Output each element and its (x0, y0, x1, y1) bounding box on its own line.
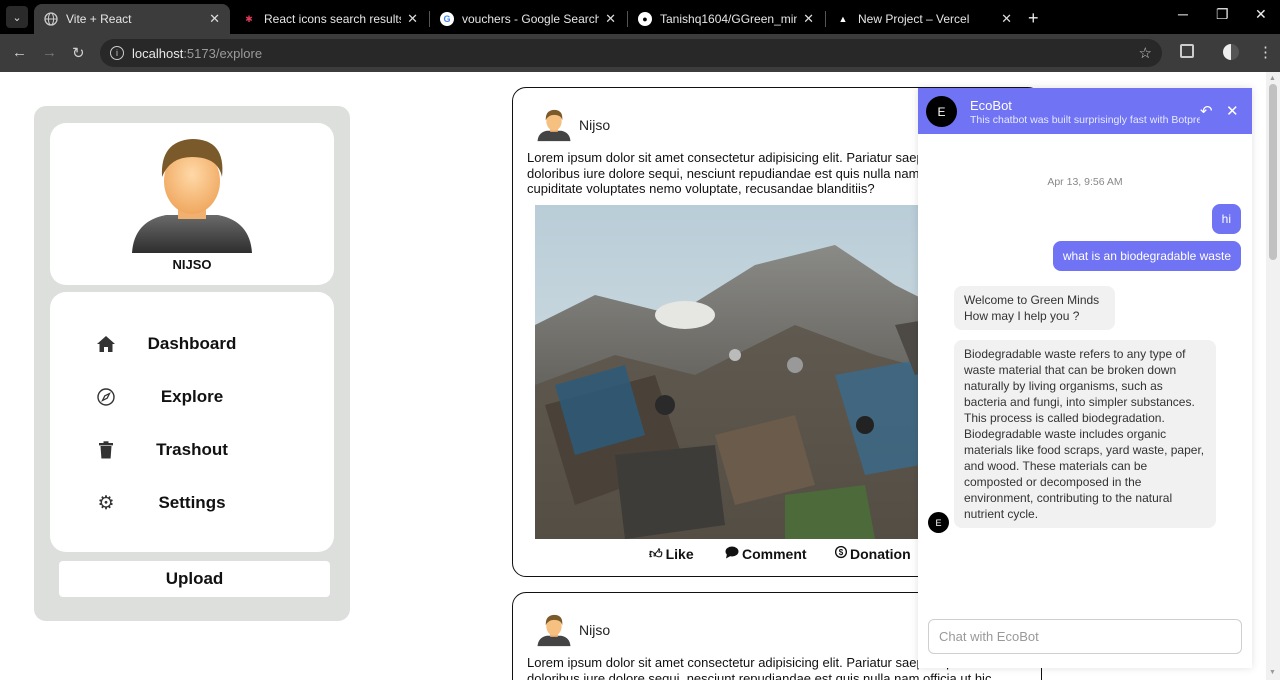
nav-label: Settings (158, 493, 226, 512)
tab-search-button[interactable]: ⌄ (6, 6, 28, 28)
compass-icon (94, 385, 118, 409)
bot-message: Welcome to Green Minds How may I help yo… (954, 286, 1115, 330)
chat-timestamp: Apr 13, 9:56 AM (1047, 176, 1123, 188)
comment-label: Comment (742, 546, 807, 562)
like-label: Like (665, 546, 694, 562)
post-author-avatar (537, 109, 571, 142)
close-tab-icon[interactable]: ✕ (407, 11, 418, 27)
nav-menu: Dashboard Explore Trashout ⚙ Settings (50, 292, 334, 552)
svg-text:$: $ (839, 548, 844, 557)
close-tab-icon[interactable]: ✕ (605, 11, 616, 27)
vercel-icon: ▲ (838, 14, 848, 24)
tab-vite-react[interactable]: Vite + React ✕ (34, 4, 230, 34)
home-icon (94, 332, 118, 356)
tab-react-icons[interactable]: ✱ React icons search results ✕ (232, 4, 428, 34)
bot-message: Biodegradable waste refers to any type o… (954, 340, 1216, 528)
reload-icon[interactable]: ↻ (72, 44, 85, 62)
minimize-button[interactable]: ─ (1178, 6, 1188, 22)
user-message: what is an biodegradable waste (1052, 241, 1241, 271)
url-host: localhost (132, 45, 184, 61)
browser-menu-icon[interactable]: ⋮ (1258, 43, 1273, 61)
forward-arrow-icon[interactable]: → (42, 44, 57, 61)
sidebar: NIJSO Dashboard Explore Trashout ⚙ Setti… (34, 106, 350, 621)
gear-icon: ⚙ (97, 492, 115, 514)
restart-conversation-icon[interactable]: ↶ (1200, 102, 1213, 120)
globe-icon (44, 12, 58, 26)
browser-toolbar: ← → ↻ i localhost:5173/explore ☆ (0, 34, 1280, 72)
tab-title: vouchers - Google Search (462, 12, 600, 26)
tab-title: React icons search results (264, 12, 402, 26)
close-chat-icon[interactable]: ✕ (1226, 102, 1239, 120)
nav-label: Dashboard (147, 334, 237, 353)
comment-bubble-icon (725, 546, 739, 562)
extensions-icon[interactable] (1180, 44, 1194, 58)
chat-input[interactable] (928, 619, 1242, 654)
bot-avatar: E (926, 96, 957, 127)
profile-card: NIJSO (50, 123, 334, 285)
tab-github[interactable]: ● Tanishq1604/GGreen_mind ✕ (628, 4, 824, 34)
scroll-down-arrow-icon[interactable]: ▼ (1269, 669, 1276, 676)
close-tab-icon[interactable]: ✕ (1001, 11, 1012, 27)
close-tab-icon[interactable]: ✕ (209, 11, 220, 27)
profile-name: NIJSO (172, 257, 212, 272)
thumbs-up-icon: 👍︎ (649, 546, 663, 561)
google-icon: G (440, 12, 454, 26)
close-window-button[interactable]: ✕ (1255, 6, 1267, 23)
post-username: Nijso (579, 117, 611, 133)
trash-icon (94, 438, 118, 462)
close-tab-icon[interactable]: ✕ (803, 11, 814, 27)
browser-tab-bar: ⌄ Vite + React ✕ ✱ React icons search re… (0, 0, 1280, 34)
github-icon: ● (638, 12, 652, 26)
donation-label: Donation (850, 546, 911, 562)
bot-description: This chatbot was built surprisingly fast… (970, 114, 1200, 126)
profile-avatar-icon[interactable] (1223, 44, 1239, 60)
back-arrow-icon[interactable]: ← (12, 44, 27, 61)
post-header: Nijso (537, 613, 610, 647)
scroll-thumb[interactable] (1269, 84, 1277, 260)
nav-item-settings[interactable]: ⚙ Settings (50, 485, 334, 521)
tab-google-search[interactable]: G vouchers - Google Search ✕ (430, 4, 626, 34)
comment-button[interactable]: Comment (725, 546, 807, 562)
chatbot-widget: E EcoBot This chatbot was built surprisi… (918, 88, 1252, 668)
tab-title: New Project – Vercel (858, 12, 970, 26)
upload-button[interactable]: Upload (59, 561, 330, 597)
user-message: hi (1211, 204, 1241, 234)
page-scrollbar[interactable]: ▲ ▼ (1266, 72, 1280, 680)
tab-title: Vite + React (66, 12, 132, 26)
bot-name: EcoBot (970, 98, 1012, 113)
explore-page: NIJSO Dashboard Explore Trashout ⚙ Setti… (0, 72, 1280, 680)
url-path: :5173/explore (183, 45, 263, 61)
post-header: Nijso (537, 108, 610, 142)
post-author-avatar (537, 614, 571, 647)
donation-button[interactable]: $ Donation (834, 545, 911, 562)
site-info-icon[interactable]: i (110, 46, 124, 60)
nav-item-trashout[interactable]: Trashout (50, 432, 334, 468)
nav-item-dashboard[interactable]: Dashboard (50, 326, 334, 362)
chatbot-header: E EcoBot This chatbot was built surprisi… (918, 88, 1252, 134)
nav-label: Trashout (156, 440, 228, 459)
nav-item-explore[interactable]: Explore (50, 379, 334, 415)
nav-label: Explore (160, 387, 224, 406)
tab-title: Tanishq1604/GGreen_mind (660, 12, 798, 26)
user-avatar (132, 139, 252, 253)
new-tab-button[interactable]: + (1028, 8, 1039, 29)
dollar-coin-icon: $ (834, 545, 848, 562)
like-button[interactable]: 👍︎ Like (649, 546, 694, 562)
react-icons-icon: ✱ (245, 13, 253, 24)
post-username: Nijso (579, 622, 611, 638)
maximize-button[interactable]: ❐ (1216, 6, 1229, 23)
scroll-up-arrow-icon[interactable]: ▲ (1269, 75, 1276, 82)
tab-vercel[interactable]: ▲ New Project – Vercel ✕ (826, 4, 1022, 34)
bookmark-star-icon[interactable]: ☆ (1139, 44, 1152, 62)
bot-message-avatar: E (928, 512, 949, 533)
address-bar[interactable]: i localhost:5173/explore ☆ (100, 39, 1162, 67)
